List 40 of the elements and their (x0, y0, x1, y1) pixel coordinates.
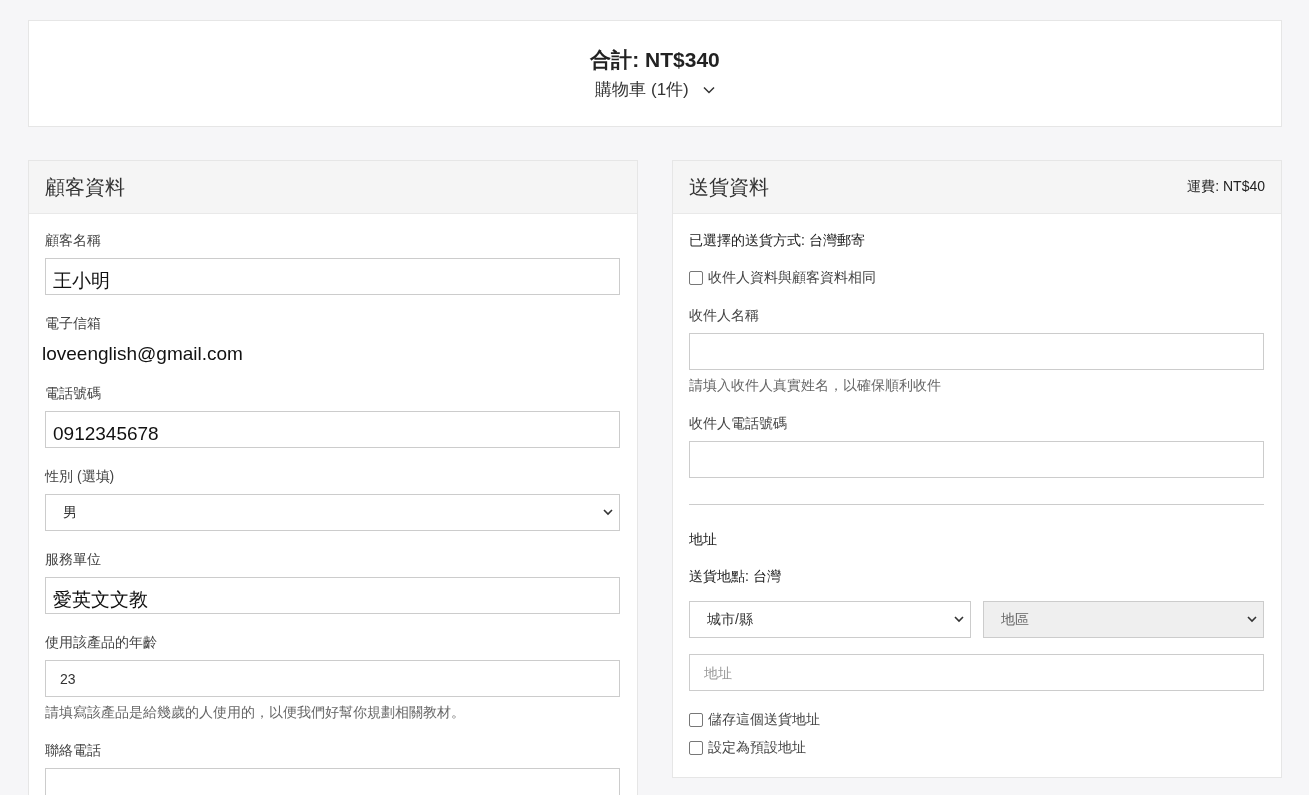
checkbox-label: 設定為預設地址 (708, 739, 806, 757)
field-label: 電話號碼 (45, 385, 102, 403)
panel-title: 送貨資料 (689, 174, 769, 200)
field-label: 性別 (選填) (45, 468, 116, 486)
order-total: 合計: NT$340 (590, 47, 720, 73)
checkbox[interactable] (689, 713, 703, 727)
help-text: 請填寫該產品是給幾歲的人使用的，以便我們好幫你規劃相關教材。 (45, 704, 466, 722)
input-field[interactable]: 愛英文文教 (45, 577, 620, 614)
checkbox-label: 儲存這個送貨地址 (708, 711, 820, 729)
field-label: 顧客名稱 (45, 232, 102, 250)
input-field[interactable] (689, 333, 1264, 370)
cart-toggle[interactable]: 購物車 (1件) (595, 78, 715, 101)
chevron-icon (702, 85, 715, 94)
chevron-icon (1247, 616, 1257, 623)
checkbox-label: 收件人資料與顧客資料相同 (708, 269, 876, 287)
input-field[interactable]: 0912345678 (45, 411, 620, 448)
shipping-fee: 運費: NT$40 (1187, 178, 1265, 196)
field-label: 服務單位 (45, 551, 102, 569)
checkbox[interactable] (689, 741, 703, 755)
input-field[interactable]: 23 (45, 660, 620, 697)
field-label: 電子信箱 (45, 315, 102, 333)
field-label: 收件人名稱 (689, 307, 760, 325)
checkbox[interactable] (689, 271, 703, 285)
field-label: 聯絡電話 (45, 742, 102, 760)
select-field[interactable]: 城市/縣 (689, 601, 971, 638)
chevron-icon (603, 509, 613, 516)
field-label: 收件人電話號碼 (689, 415, 788, 433)
input-field[interactable] (45, 768, 620, 795)
destination-text: 送貨地點: 台灣 (689, 568, 782, 586)
panel-title: 顧客資料 (45, 174, 125, 200)
input-field[interactable]: 王小明 (45, 258, 620, 295)
address-heading: 地址 (689, 531, 718, 549)
input-field[interactable] (689, 441, 1264, 478)
chevron-icon (953, 616, 964, 623)
address-field[interactable]: 地址 (689, 654, 1264, 691)
email-text: loveenglish@gmail.com (42, 343, 244, 365)
shipping-method: 已選擇的送貨方式: 台灣郵寄 (689, 232, 866, 250)
field-label: 使用該產品的年齡 (45, 634, 158, 652)
select-field[interactable]: 男 (45, 494, 620, 531)
help-text: 請填入收件人真實姓名，以確保順利收件 (689, 377, 942, 395)
